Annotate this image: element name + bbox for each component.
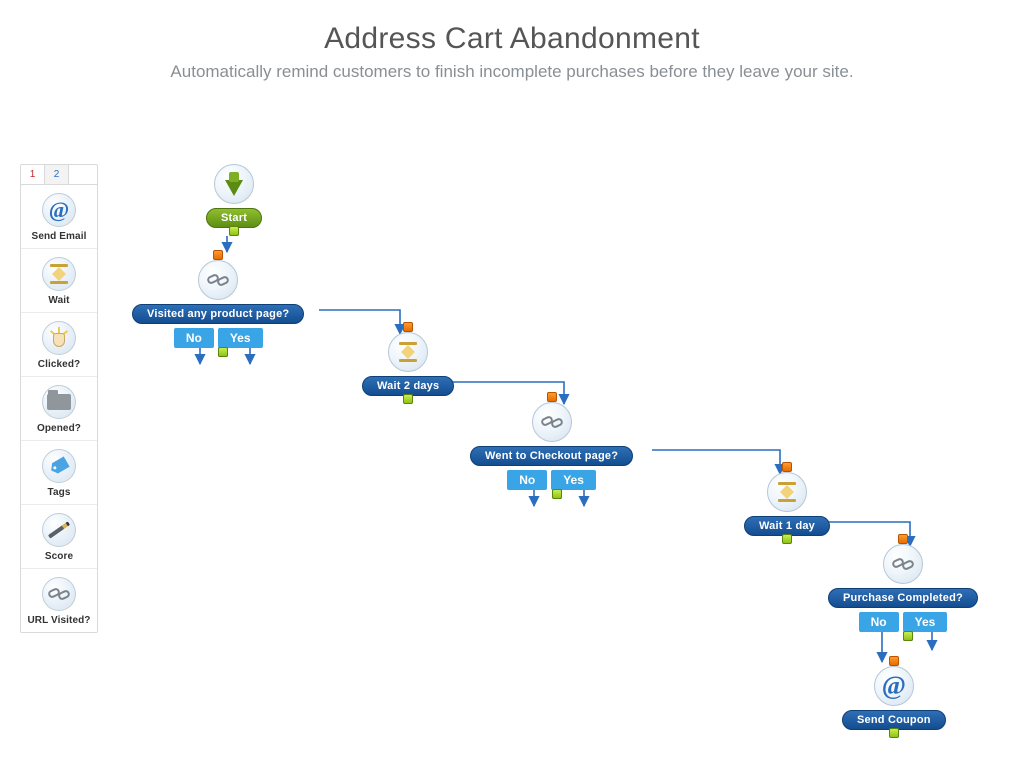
at-icon: @ <box>874 666 914 706</box>
at-icon: @ <box>42 193 76 227</box>
chain-icon <box>883 544 923 584</box>
out-handle[interactable] <box>889 728 899 738</box>
arrow-down-icon <box>214 164 254 204</box>
palette-item-clicked[interactable]: Clicked? <box>21 312 97 376</box>
palette-item-label: URL Visited? <box>27 615 90 626</box>
no-button[interactable]: No <box>174 328 214 348</box>
in-handle[interactable] <box>782 462 792 472</box>
start-pill[interactable]: Start <box>206 208 262 228</box>
tag-icon <box>42 449 76 483</box>
pencil-icon <box>42 513 76 547</box>
node-label[interactable]: Visited any product page? <box>132 304 304 324</box>
chain-icon <box>198 260 238 300</box>
palette-item-label: Clicked? <box>38 359 80 370</box>
palette-item-label: Wait <box>48 295 69 306</box>
hourglass-icon <box>388 332 428 372</box>
out-handle-yes[interactable] <box>903 631 913 641</box>
yes-button[interactable]: Yes <box>903 612 948 632</box>
node-visited-product[interactable]: Visited any product page? No Yes <box>132 250 304 347</box>
palette-tabs: 1 2 <box>21 165 97 185</box>
in-handle[interactable] <box>898 534 908 544</box>
folder-icon <box>42 385 76 419</box>
out-handle-yes[interactable] <box>552 489 562 499</box>
node-label[interactable]: Send Coupon <box>842 710 946 730</box>
out-handle-yes[interactable] <box>218 347 228 357</box>
yesno-group: No Yes <box>859 612 948 632</box>
in-handle[interactable] <box>213 250 223 260</box>
node-label[interactable]: Purchase Completed? <box>828 588 978 608</box>
hourglass-icon <box>42 257 76 291</box>
node-wait-2-days[interactable]: Wait 2 days <box>362 322 454 404</box>
palette-item-url-visited[interactable]: URL Visited? <box>21 568 97 632</box>
tool-palette: 1 2 @ Send Email Wait <box>20 164 98 633</box>
hourglass-icon <box>767 472 807 512</box>
node-label[interactable]: Wait 2 days <box>362 376 454 396</box>
in-handle[interactable] <box>889 656 899 666</box>
palette-item-wait[interactable]: Wait <box>21 248 97 312</box>
out-handle[interactable] <box>782 534 792 544</box>
node-went-checkout[interactable]: Went to Checkout page? No Yes <box>470 392 633 489</box>
chain-icon <box>42 577 76 611</box>
node-start[interactable]: Start <box>206 164 262 236</box>
palette-item-score[interactable]: Score <box>21 504 97 568</box>
yesno-group: No Yes <box>174 328 263 348</box>
page-title: Address Cart Abandonment <box>0 22 1024 56</box>
chain-icon <box>532 402 572 442</box>
palette-item-label: Send Email <box>32 231 87 242</box>
palette-item-label: Tags <box>48 487 71 498</box>
palette-item-label: Score <box>45 551 73 562</box>
node-purchase-completed[interactable]: Purchase Completed? No Yes <box>828 534 978 631</box>
palette-item-tags[interactable]: Tags <box>21 440 97 504</box>
node-label[interactable]: Wait 1 day <box>744 516 830 536</box>
in-handle[interactable] <box>403 322 413 332</box>
out-handle[interactable] <box>403 394 413 404</box>
palette-item-send-email[interactable]: @ Send Email <box>21 185 97 248</box>
out-handle[interactable] <box>229 226 239 236</box>
yesno-group: No Yes <box>507 470 596 490</box>
page-subtitle: Automatically remind customers to finish… <box>0 62 1024 82</box>
palette-item-opened[interactable]: Opened? <box>21 376 97 440</box>
palette-items: @ Send Email Wait Clicked <box>21 185 97 632</box>
node-label[interactable]: Went to Checkout page? <box>470 446 633 466</box>
in-handle[interactable] <box>547 392 557 402</box>
no-button[interactable]: No <box>507 470 547 490</box>
palette-tab-2[interactable]: 2 <box>45 165 69 184</box>
yes-button[interactable]: Yes <box>218 328 263 348</box>
yes-button[interactable]: Yes <box>551 470 596 490</box>
palette-item-label: Opened? <box>37 423 81 434</box>
no-button[interactable]: No <box>859 612 899 632</box>
palette-tab-1[interactable]: 1 <box>21 165 45 184</box>
node-send-coupon[interactable]: @ Send Coupon <box>842 656 946 738</box>
node-wait-1-day[interactable]: Wait 1 day <box>744 462 830 544</box>
click-icon <box>42 321 76 355</box>
flow-canvas[interactable]: Start Visited any product page? No Yes .… <box>110 164 1014 744</box>
